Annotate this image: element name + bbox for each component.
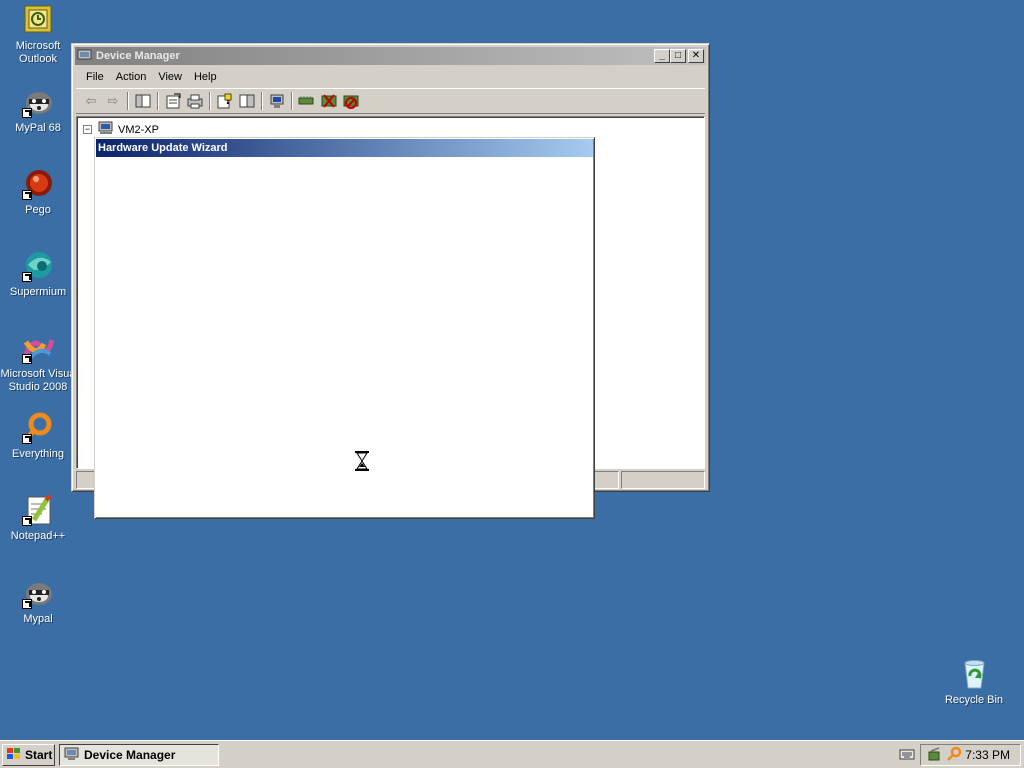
shortcut-arrow-icon xyxy=(22,190,32,200)
visual-studio-icon xyxy=(22,332,55,364)
printer-icon xyxy=(187,94,203,109)
forward-arrow-icon: ⇨ xyxy=(107,93,119,108)
desktop-icon-label: Mypal xyxy=(23,613,53,625)
windows-logo-icon xyxy=(6,747,22,764)
minimize-button[interactable]: _ xyxy=(654,49,670,63)
menu-help[interactable]: Help xyxy=(188,71,223,83)
desktop-icon-label: Pego xyxy=(25,204,51,216)
desktop-icon-notepad-plus-plus[interactable]: Notepad++ xyxy=(0,494,76,543)
properties-button[interactable] xyxy=(162,91,184,111)
wizard-content-area xyxy=(97,158,592,516)
computer-icon xyxy=(98,121,114,138)
update-driver-icon xyxy=(298,96,314,105)
computer-icon xyxy=(64,747,80,764)
desktop-icon-label: MyPal 68 xyxy=(15,122,61,134)
desktop-icon-recycle-bin[interactable]: Recycle Bin xyxy=(936,658,1012,707)
collapse-expander-icon[interactable]: − xyxy=(83,125,92,134)
close-button[interactable]: ✕ xyxy=(688,49,704,63)
toolbar-separator xyxy=(157,92,159,110)
update-driver-button[interactable] xyxy=(296,91,318,111)
wizard-titlebar[interactable]: Hardware Update Wizard xyxy=(96,139,593,157)
taskbar-button-device-manager[interactable]: Device Manager xyxy=(59,744,219,766)
toolbar: ⇦ ⇨ ? xyxy=(76,88,705,114)
action-pane-icon xyxy=(239,94,255,108)
shortcut-arrow-icon xyxy=(22,434,32,444)
scan-hardware-changes-button[interactable] xyxy=(266,91,288,111)
toolbar-separator xyxy=(209,92,211,110)
shortcut-arrow-icon xyxy=(22,354,32,364)
desktop-icon-label: Everything xyxy=(12,448,64,460)
toolbar-separator xyxy=(291,92,293,110)
window-title: Device Manager xyxy=(96,50,180,62)
notepad-plus-plus-icon xyxy=(22,494,54,526)
help-icon: ? xyxy=(217,93,232,109)
hourglass-cursor-icon xyxy=(354,450,370,472)
shortcut-arrow-icon xyxy=(22,516,32,526)
uninstall-button[interactable] xyxy=(318,91,340,111)
device-manager-titlebar[interactable]: Device Manager _ □ ✕ xyxy=(75,47,706,65)
toolbar-separator xyxy=(261,92,263,110)
desktop-icon-mypal[interactable]: Mypal xyxy=(0,577,76,626)
show-hide-action-pane-button[interactable] xyxy=(236,91,258,111)
wizard-title: Hardware Update Wizard xyxy=(98,142,228,154)
menu-action[interactable]: Action xyxy=(110,71,153,83)
desktop-icon-label: Supermium xyxy=(9,286,67,298)
search-magnifier-icon[interactable] xyxy=(946,746,962,765)
tree-root-node[interactable]: − VM2-XP xyxy=(83,121,159,138)
shortcut-arrow-icon xyxy=(22,108,32,118)
uninstall-icon xyxy=(321,94,337,108)
status-panel-side xyxy=(621,471,705,489)
start-button[interactable]: Start xyxy=(2,744,55,766)
properties-icon xyxy=(166,93,181,109)
computer-icon xyxy=(77,49,93,63)
show-hide-console-tree-button[interactable] xyxy=(132,91,154,111)
shortcut-arrow-icon xyxy=(22,599,32,609)
disable-icon xyxy=(343,95,359,109)
desktop-icon-label: Notepad++ xyxy=(10,530,66,542)
print-button[interactable] xyxy=(184,91,206,111)
recycle-bin-icon xyxy=(958,658,990,690)
disable-button[interactable] xyxy=(340,91,362,111)
shortcut-arrow-icon xyxy=(22,272,32,282)
desktop-icon-mypal68[interactable]: MyPal 68 xyxy=(0,86,76,135)
raccoon-icon xyxy=(22,577,54,609)
console-tree-icon xyxy=(135,94,151,108)
desktop-icon-everything[interactable]: Everything xyxy=(0,412,76,461)
desktop-icon-label: Microsoft Outlook xyxy=(15,40,61,65)
outlook-icon xyxy=(22,4,54,36)
back-button[interactable]: ⇦ xyxy=(80,91,102,111)
taskbar-button-label: Device Manager xyxy=(84,748,176,762)
maximize-button[interactable]: □ xyxy=(670,49,686,63)
pego-icon xyxy=(22,168,54,200)
supermium-icon xyxy=(22,250,54,282)
desktop-icon-label: Microsoft Visua Studio 2008 xyxy=(0,368,76,393)
forward-button[interactable]: ⇨ xyxy=(102,91,124,111)
desktop-icon-pego[interactable]: Pego xyxy=(0,168,76,217)
desktop-icon-outlook[interactable]: Microsoft Outlook xyxy=(0,4,76,66)
taskbar: Start Device Manager 7:33 PM xyxy=(0,740,1024,768)
tree-root-label: VM2-XP xyxy=(118,123,159,136)
keyboard-icon[interactable] xyxy=(899,747,915,761)
back-arrow-icon: ⇦ xyxy=(85,93,97,108)
start-label: Start xyxy=(25,748,53,762)
menu-file[interactable]: File xyxy=(80,71,110,83)
safely-remove-hardware-icon[interactable] xyxy=(927,746,943,765)
toolbar-separator xyxy=(127,92,129,110)
menu-view[interactable]: View xyxy=(152,71,188,83)
raccoon-icon xyxy=(22,86,54,118)
desktop-icon-label: Recycle Bin xyxy=(944,694,1004,706)
hardware-update-wizard-window: Hardware Update Wizard xyxy=(94,137,595,519)
scan-computer-icon xyxy=(270,94,284,108)
menu-bar: File Action View Help xyxy=(76,67,705,86)
help-button[interactable]: ? xyxy=(214,91,236,111)
system-tray: 7:33 PM xyxy=(920,744,1021,766)
desktop-icon-visual-studio[interactable]: Microsoft Visua Studio 2008 xyxy=(0,332,76,394)
desktop-icon-supermium[interactable]: Supermium xyxy=(0,250,76,299)
everything-icon xyxy=(22,412,54,444)
clock[interactable]: 7:33 PM xyxy=(965,748,1010,762)
